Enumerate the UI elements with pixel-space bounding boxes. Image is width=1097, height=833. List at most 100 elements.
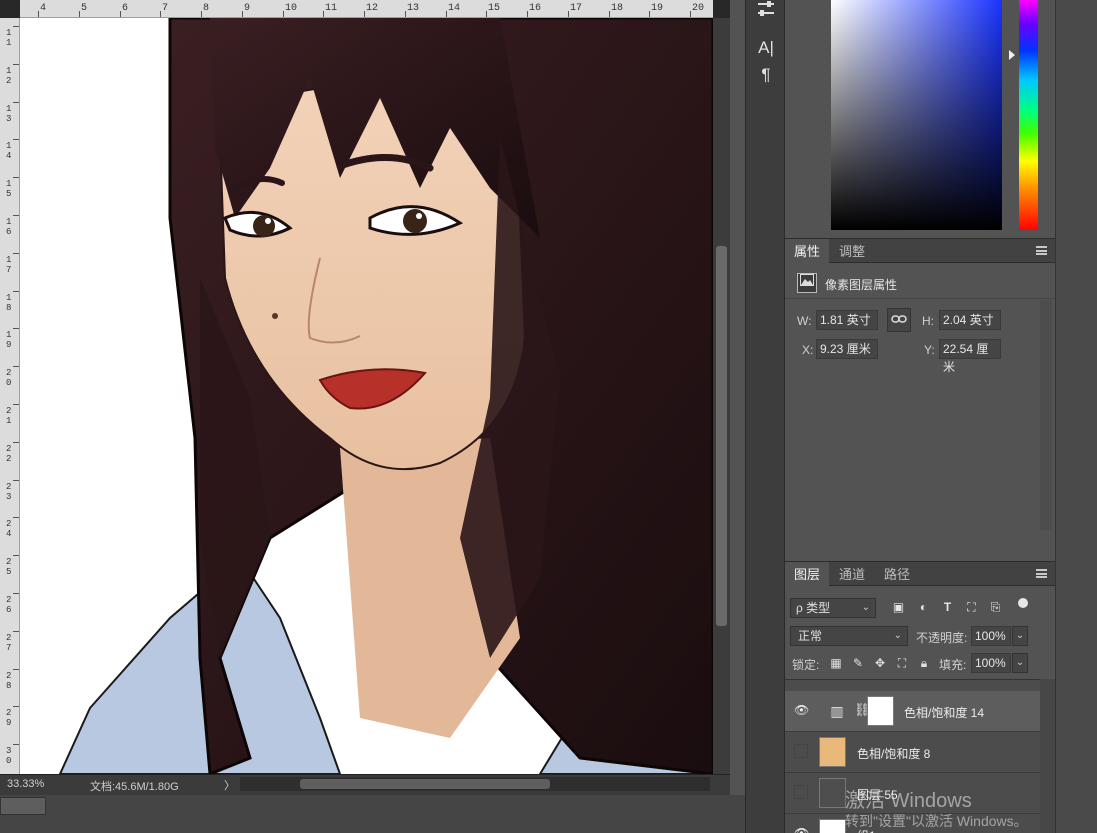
- ruler-tick-mark: [13, 517, 19, 518]
- ruler-tick-mark: [690, 11, 691, 17]
- layer-filter-select[interactable]: ρ 类型 ⌄: [790, 598, 876, 618]
- ruler-tick-label: 3 0: [6, 746, 12, 766]
- layers-menu-icon[interactable]: [1036, 569, 1047, 578]
- ruler-tick-label: 16: [529, 3, 542, 14]
- panel-tool-strip: A| ¶: [745, 0, 785, 833]
- ruler-tick-mark: [527, 11, 528, 17]
- filter-toggle-icon[interactable]: [1018, 598, 1028, 608]
- canvas-horizontal-scroll-thumb[interactable]: [300, 779, 550, 789]
- ruler-tick-label: 13: [407, 3, 420, 14]
- color-saturation-field[interactable]: [831, 0, 1002, 230]
- filter-type-icon[interactable]: T: [940, 600, 955, 615]
- layers-scrollbar[interactable]: [1040, 679, 1055, 833]
- opacity-field[interactable]: 100%: [971, 626, 1011, 646]
- tab-paths[interactable]: 路径: [875, 562, 919, 587]
- ruler-tick-mark: [364, 11, 365, 17]
- ruler-tick-mark: [323, 11, 324, 17]
- tab-properties[interactable]: 属性: [785, 239, 830, 264]
- character-panel-icon[interactable]: A|: [746, 38, 786, 60]
- layers-tab-bar: 图层 通道 路径: [785, 561, 1055, 587]
- vertical-ruler[interactable]: 1 1 1 2 1 3 1 4 1 5 1 6 1 7 1 8 1 9 2 0 2 1 2 2 2 3 2…: [0, 18, 20, 774]
- visibility-toggle-icon[interactable]: [794, 785, 808, 799]
- lock-position-icon[interactable]: ✥: [872, 655, 888, 671]
- ruler-tick-label: 1 6: [6, 217, 12, 237]
- properties-menu-icon[interactable]: [1036, 246, 1047, 255]
- blend-mode-select[interactable]: 正常 ⌄: [790, 626, 908, 646]
- ruler-tick-mark: [13, 366, 19, 367]
- layer-name[interactable]: 色相/饱和度 8: [857, 745, 930, 762]
- tab-adjustments[interactable]: 调整: [830, 239, 874, 264]
- ruler-tick-label: 2 0: [6, 368, 12, 388]
- status-menu-arrow-icon[interactable]: 〉: [224, 777, 235, 793]
- filter-smart-object-icon[interactable]: ⎘: [988, 600, 1003, 615]
- hue-slider[interactable]: [1019, 0, 1038, 230]
- ruler-tick-mark: [13, 26, 19, 27]
- ruler-tick-label: 2 5: [6, 557, 12, 577]
- ruler-tick-mark: [13, 442, 19, 443]
- fill-field[interactable]: 100%: [971, 653, 1011, 673]
- ruler-tick-mark: [13, 328, 19, 329]
- layer-thumbnail[interactable]: [819, 737, 846, 767]
- ruler-tick-label: 5: [81, 3, 88, 14]
- navigator-box[interactable]: [0, 797, 46, 815]
- lock-all-icon[interactable]: 🔒︎: [916, 655, 932, 671]
- layer-name[interactable]: 色相/饱和度 14: [904, 704, 984, 721]
- filter-adjustment-icon[interactable]: ◐: [916, 600, 931, 615]
- ruler-tick-mark: [160, 11, 161, 17]
- height-field[interactable]: 2.04 英寸: [939, 310, 1001, 330]
- ruler-tick-label: 1 4: [6, 141, 12, 161]
- eye-icon[interactable]: 👁︎: [794, 826, 809, 833]
- ruler-tick-mark: [13, 253, 19, 254]
- ruler-tick-label: 2 8: [6, 671, 12, 691]
- hue-saturation-adjustment-icon: ▥: [830, 703, 844, 719]
- opacity-dropdown-icon[interactable]: ⌄: [1012, 626, 1028, 646]
- ruler-tick-mark: [13, 593, 19, 594]
- zoom-level[interactable]: 33.33%: [7, 778, 44, 790]
- ruler-tick-label: 2 1: [6, 406, 12, 426]
- ruler-tick-mark: [13, 404, 19, 405]
- layer-row[interactable]: 👁︎ ▥ ⛓︎ 色相/饱和度 14: [785, 691, 1040, 732]
- lock-artboard-icon[interactable]: ⛶: [894, 655, 910, 671]
- ruler-tick-label: 1 2: [6, 66, 12, 86]
- fill-dropdown-icon[interactable]: ⌄: [1012, 653, 1028, 673]
- layer-thumbnail[interactable]: [819, 819, 846, 833]
- ruler-tick-mark: [13, 706, 19, 707]
- filter-shape-icon[interactable]: ⛶: [964, 600, 979, 615]
- ruler-tick-label: 1 3: [6, 104, 12, 124]
- width-field[interactable]: 1.81 英寸: [816, 310, 878, 330]
- ruler-tick-mark: [446, 11, 447, 17]
- tab-channels[interactable]: 通道: [830, 562, 874, 587]
- ruler-tick-mark: [568, 11, 569, 17]
- document-canvas[interactable]: [20, 18, 713, 774]
- layer-thumbnail[interactable]: [819, 778, 846, 808]
- ruler-tick-label: 10: [285, 3, 298, 14]
- ruler-tick-label: 1 1: [6, 28, 12, 48]
- ruler-tick-label: 2 7: [6, 633, 12, 653]
- horizontal-ruler[interactable]: 4 5 6 7 8 9 10 11 12 13 14 15 16 17 18 19 20: [20, 0, 713, 18]
- ruler-tick-mark: [13, 631, 19, 632]
- visibility-toggle-icon[interactable]: [794, 744, 808, 758]
- ruler-tick-mark: [13, 177, 19, 178]
- hue-slider-marker[interactable]: [1009, 50, 1015, 60]
- layer-row[interactable]: 色相/饱和度 8: [785, 732, 1040, 773]
- canvas-vertical-scroll-thumb[interactable]: [716, 246, 727, 626]
- ruler-tick-label: 9: [244, 3, 251, 14]
- ruler-tick-mark: [79, 11, 80, 17]
- layer-mask-thumbnail[interactable]: [867, 696, 894, 726]
- paragraph-panel-icon[interactable]: ¶: [746, 65, 786, 87]
- sliders-icon[interactable]: [746, 0, 786, 22]
- ruler-tick-label: 2 9: [6, 708, 12, 728]
- lock-image-pixels-icon[interactable]: ✎: [850, 655, 866, 671]
- properties-scrollbar[interactable]: [1040, 300, 1052, 530]
- lock-transparent-pixels-icon[interactable]: ▦: [828, 655, 844, 671]
- link-dimensions-icon[interactable]: [887, 308, 911, 332]
- ruler-tick-label: 8: [203, 3, 210, 14]
- properties-tab-bar: 属性 调整: [785, 238, 1055, 264]
- blend-mode-value: 正常: [798, 629, 823, 643]
- y-field[interactable]: 22.54 厘米: [939, 339, 1001, 374]
- filter-pixel-icon[interactable]: ▣: [891, 600, 906, 615]
- tab-layers[interactable]: 图层: [785, 562, 830, 587]
- pixel-layer-icon: [797, 273, 817, 293]
- x-field[interactable]: 9.23 厘米: [816, 339, 878, 359]
- eye-icon[interactable]: 👁︎: [794, 703, 809, 717]
